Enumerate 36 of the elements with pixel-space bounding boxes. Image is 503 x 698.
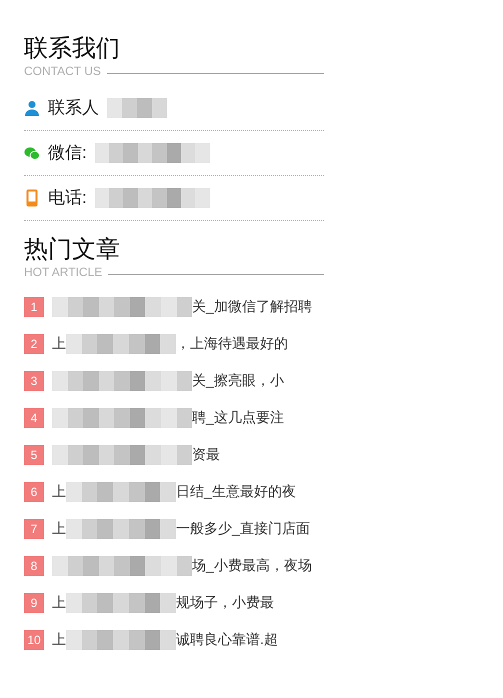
person-icon [24,100,40,116]
rank-badge: 10 [24,630,44,650]
rank-badge: 7 [24,518,44,538]
article-link-text[interactable]: 聘_这几点要注 [192,407,284,428]
rank-badge: 5 [24,444,44,464]
article-link-text[interactable]: 上 [52,592,66,613]
section-title: 联系我们 [24,34,121,64]
rank-badge: 3 [24,370,44,390]
rank-badge: 4 [24,408,44,428]
section-title: 热门文章 [24,235,121,265]
article-link-text[interactable]: 诚聘良心靠谱.超 [176,629,278,650]
contact-label: 电话: [48,187,87,210]
article-link-text[interactable]: 场_小费最高，夜场 [192,555,312,576]
rank-badge: 1 [24,296,44,316]
article-link-text[interactable]: 关_加微信了解招聘 [192,296,312,317]
article-link-text[interactable]: 一般多少_直接门店面 [176,518,310,539]
section-subtitle: CONTACT US [24,64,101,78]
rank-badge: 8 [24,556,44,576]
contact-label: 微信: [48,142,87,164]
section-subtitle: HOT ARTICLE [24,265,102,279]
article-link-text[interactable]: 上 [52,333,66,354]
chat-bubbles-icon [24,146,40,160]
article-link-text[interactable]: 资最 [192,444,220,465]
rank-badge: 9 [24,592,44,612]
article-link-text[interactable]: 上 [52,481,66,502]
article-link-text[interactable]: 规场子，小费最 [176,592,274,613]
rank-badge: 2 [24,334,44,354]
article-link-text[interactable]: 上 [52,518,66,539]
article-link-text[interactable]: 上 [52,629,66,650]
redacted-block [107,98,167,118]
phone-icon [26,189,38,207]
article-link-text[interactable]: 关_擦亮眼，小 [192,370,284,391]
contact-label: 联系人 [48,97,99,120]
article-link-text[interactable]: ，上海待遇最好的 [176,333,288,354]
rank-badge: 6 [24,482,44,502]
article-link-text[interactable]: 日结_生意最好的夜 [176,481,296,502]
